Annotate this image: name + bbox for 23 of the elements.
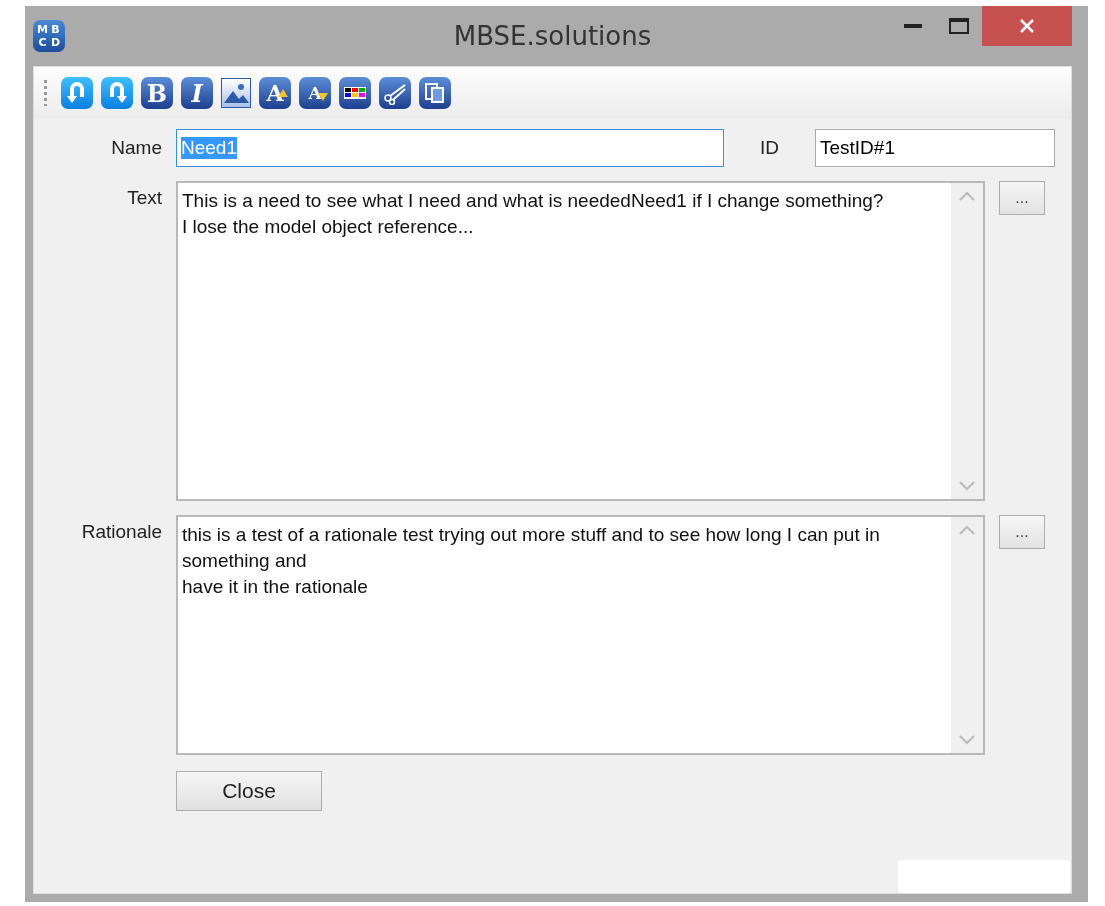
- close-icon: [1019, 18, 1035, 34]
- field-label: Name: [110, 137, 162, 159]
- font-shrink-button[interactable]: A: [299, 77, 331, 109]
- image-icon[interactable]: [221, 78, 251, 108]
- window-title: MBSE.solutions: [453, 21, 652, 51]
- browse-button[interactable]: ...: [999, 515, 1045, 549]
- redo-icon[interactable]: [101, 77, 133, 109]
- minimize-icon: [904, 24, 922, 28]
- undo-icon[interactable]: [61, 77, 93, 109]
- field-label: Text: [126, 186, 162, 210]
- browse-button[interactable]: ...: [999, 181, 1045, 215]
- bold-button[interactable]: B: [141, 77, 173, 109]
- id-field[interactable]: TestID#1: [815, 129, 1055, 167]
- font-grow-button[interactable]: A: [259, 77, 291, 109]
- app-logo: M B C D: [33, 20, 65, 52]
- copy-icon[interactable]: [419, 77, 451, 109]
- color-palette-icon[interactable]: [339, 77, 371, 109]
- field-label: ID: [760, 137, 779, 159]
- close-button[interactable]: Close: [176, 771, 322, 811]
- field-label: Rationale: [80, 520, 162, 544]
- scissors-icon[interactable]: [379, 77, 411, 109]
- maximize-icon: [949, 18, 969, 34]
- italic-button[interactable]: I: [181, 77, 213, 109]
